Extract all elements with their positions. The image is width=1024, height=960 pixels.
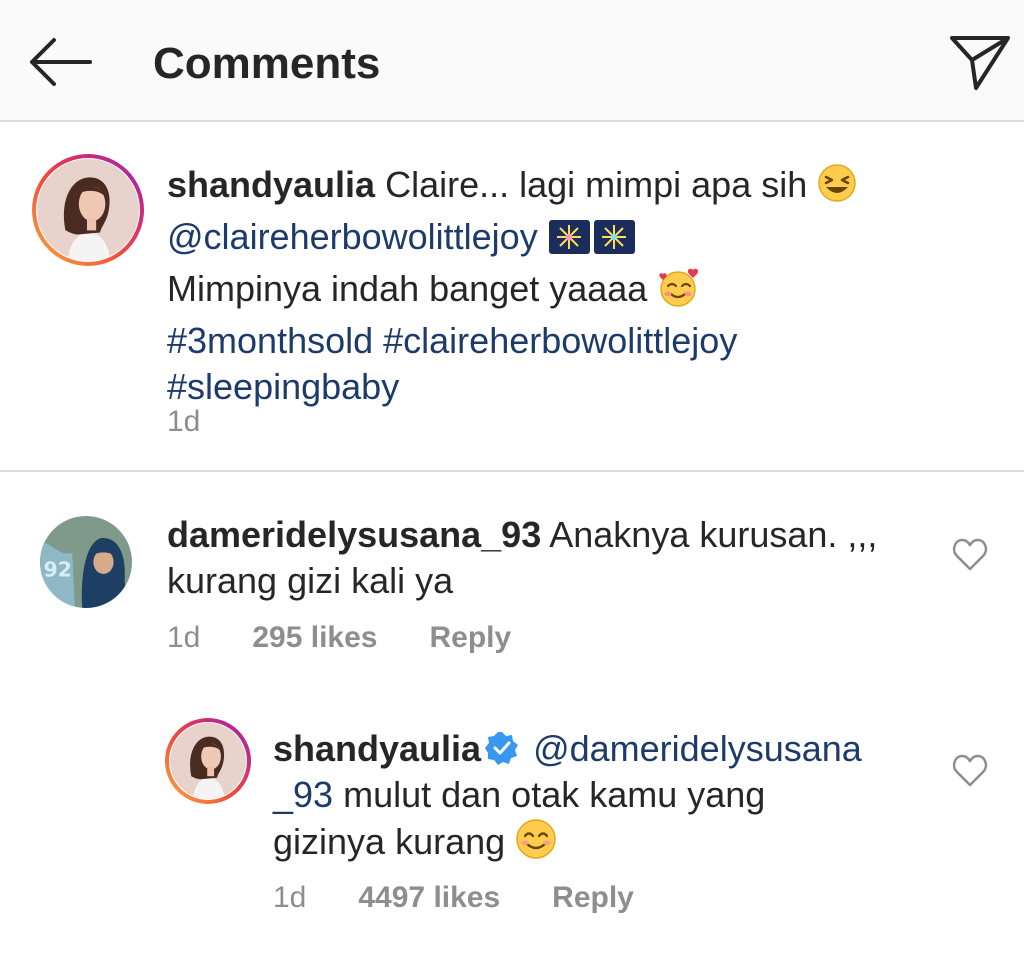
comment-line2: kurang gizi kali ya [167,560,454,601]
caption-line3: Mimpinya indah banget yaaaa [167,268,658,309]
page-title: Comments [153,39,381,88]
comment-line1: Anaknya kurusan. ,,, [541,514,878,555]
profile-photo-icon [37,159,139,261]
direct-message-icon[interactable] [946,32,1012,92]
reply-meta: 1d 4497 likes Reply [273,880,873,916]
heart-icon[interactable] [952,538,988,572]
heart-icon[interactable] [952,754,988,788]
reply-line3: gizinya kurang [273,821,516,862]
svg-text:92: 92 [44,558,72,582]
caption-section: shandyaulia Claire... lagi mimpi apa sih… [0,124,1024,472]
reply-timestamp: 1d [273,881,307,914]
comment-meta: 1d 295 likes Reply [167,620,767,656]
smiling-face-emoji-icon [515,818,557,871]
hashtags-line2[interactable]: #sleepingbaby [167,366,399,407]
smiling-hearts-emoji-icon [657,267,701,318]
verified-badge-icon [485,730,519,765]
reply-button[interactable]: Reply [430,621,512,654]
caption-username[interactable]: shandyaulia [167,164,375,205]
caption-timestamp: 1d [167,405,201,438]
caption-line1: Claire... lagi mimpi apa sih [375,164,818,205]
reply-username[interactable]: shandyaulia [273,728,481,769]
likes-count[interactable]: 295 likes [252,621,377,654]
comment-timestamp: 1d [167,621,201,654]
hashtags-line1[interactable]: #3monthsold #claireherbowolittlejoy [167,320,737,361]
reply-mention[interactable]: @dameridelysusana [523,728,862,769]
avatar[interactable] [165,718,251,804]
back-arrow-icon[interactable] [26,36,92,88]
avatar[interactable]: 92 [40,516,132,608]
comment-username[interactable]: dameridelysusana_93 [167,514,541,555]
avatar[interactable] [32,154,144,266]
laughing-emoji-icon [817,163,857,214]
profile-photo-icon: 92 [40,516,132,608]
mention-link[interactable]: @claireherbowolittlejoy [167,216,538,257]
reply-button[interactable]: Reply [552,881,634,914]
reply-line2: mulut dan otak kamu yang [333,774,766,815]
caption-text: shandyaulia Claire... lagi mimpi apa sih… [167,162,1007,410]
comment-text: dameridelysusana_93 Anaknya kurusan. ,,,… [167,512,927,604]
fireworks-emoji-icon [548,219,636,266]
top-bar: Comments [0,0,1024,122]
likes-count[interactable]: 4497 likes [358,881,500,914]
reply-mention-cont[interactable]: _93 [273,774,333,815]
profile-photo-icon [170,723,246,799]
reply-text: shandyaulia @dameridelysusana _93 mulut … [273,726,913,871]
